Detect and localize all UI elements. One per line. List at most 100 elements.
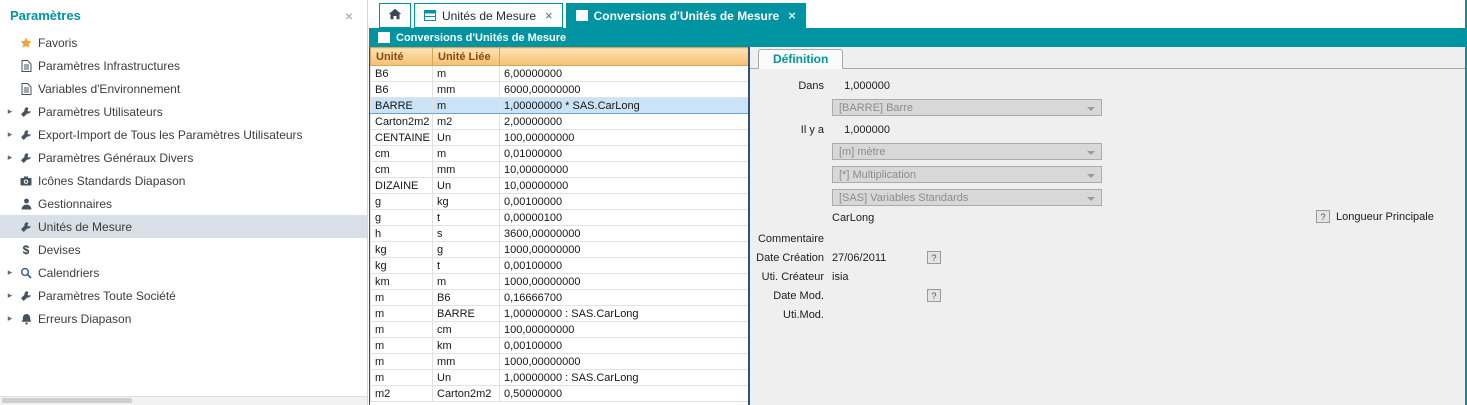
table-row[interactable]: gkg0,00100000 (371, 194, 749, 210)
sidebar-item-label: Favoris (38, 36, 77, 50)
table-row[interactable]: hs3600,00000000 (371, 226, 749, 242)
table-row[interactable]: gt0,00000100 (371, 210, 749, 226)
table-row[interactable]: B6mm6000,00000000 (371, 82, 749, 98)
ilya-unit-row: [m] mètre (756, 143, 1465, 160)
table-row[interactable]: kgg1000,00000000 (371, 242, 749, 258)
sidebar-item[interactable]: Calendriers (0, 261, 367, 284)
ilya-value[interactable]: 1,000000 (832, 124, 890, 136)
sidebar-item[interactable]: Paramètres Généraux Divers (0, 146, 367, 169)
close-icon[interactable] (788, 9, 796, 22)
table-row[interactable]: mB60,16666700 (371, 290, 749, 306)
expand-arrow-icon[interactable] (4, 267, 16, 278)
expand-arrow-icon[interactable] (4, 152, 16, 163)
sidebar-item-label: Gestionnaires (38, 197, 112, 211)
tab[interactable]: Conversions d'Unités de Mesure (566, 3, 806, 28)
close-icon[interactable] (545, 9, 553, 22)
table-row[interactable]: kgt0,00100000 (371, 258, 749, 274)
column-header[interactable]: Unité Liée (433, 48, 500, 66)
scrollbar-thumb[interactable] (2, 398, 132, 403)
variable-source-select[interactable]: [SAS] Variables Standards (832, 189, 1102, 206)
expand-arrow-icon[interactable] (4, 129, 16, 140)
table-cell: t (433, 258, 500, 274)
table-cell: 1,00000000 : SAS.CarLong (500, 306, 749, 322)
column-header[interactable]: Unité (371, 48, 433, 66)
application-window: Paramètres FavorisParamètres Infrastruct… (0, 0, 1467, 405)
table-row[interactable]: mUn1,00000000 : SAS.CarLong (371, 370, 749, 386)
sidebar-item[interactable]: Paramètres Toute Société (0, 284, 367, 307)
conversions-table-panel: UnitéUnité Liée B6m6,00000000B6mm6000,00… (369, 47, 750, 405)
table-row[interactable]: kmm1000,00000000 (371, 274, 749, 290)
expand-arrow-icon[interactable] (4, 106, 16, 117)
magnifier-icon (16, 267, 36, 279)
dans-unit-value: [BARRE] Barre (839, 102, 913, 114)
sidebar-item[interactable]: Paramètres Utilisateurs (0, 100, 367, 123)
table-row[interactable]: mkm0,00100000 (371, 338, 749, 354)
operation-row: [*] Multiplication (756, 166, 1465, 183)
table-cell: B6 (371, 82, 433, 98)
close-icon[interactable] (345, 9, 353, 23)
home-tab[interactable] (379, 3, 411, 28)
sidebar-item[interactable]: Export-Import de Tous les Paramètres Uti… (0, 123, 367, 146)
module-icon (576, 10, 588, 21)
sidebar-item[interactable]: Favoris (0, 31, 367, 54)
table-cell: 100,00000000 (500, 322, 749, 338)
wrench-icon (16, 221, 36, 233)
operation-select[interactable]: [*] Multiplication (832, 166, 1102, 183)
variable-source-value: [SAS] Variables Standards (839, 192, 968, 204)
table-row[interactable]: BARREm1,00000000 * SAS.CarLong (371, 98, 749, 114)
sidebar-item[interactable]: $Devises (0, 238, 367, 261)
sidebar-item-label: Erreurs Diapason (38, 312, 131, 326)
variable-source-row: [SAS] Variables Standards (756, 189, 1465, 206)
sidebar-item[interactable]: Icônes Standards Diapason (0, 169, 367, 192)
table-row[interactable]: Carton2m2m22,00000000 (371, 114, 749, 130)
table-row[interactable]: cmm0,01000000 (371, 146, 749, 162)
table-cell: 0,16666700 (500, 290, 749, 306)
tab-definition[interactable]: Définition (758, 49, 843, 69)
table-cell: km (433, 338, 500, 354)
flag-label: Longueur Principale (1336, 211, 1434, 223)
uti-createur-label: Uti. Créateur (756, 271, 832, 283)
table-cell: 6000,00000000 (500, 82, 749, 98)
bell-icon (16, 313, 36, 325)
table-cell: BARRE (433, 306, 500, 322)
sidebar-item[interactable]: Variables d'Environnement (0, 77, 367, 100)
commentaire-row: Commentaire (756, 231, 1465, 246)
ilya-unit-select[interactable]: [m] mètre (832, 143, 1102, 160)
table-cell: Un (433, 370, 500, 386)
table-row[interactable]: mcm100,00000000 (371, 322, 749, 338)
table-cell: 0,00100000 (500, 194, 749, 210)
sidebar-item[interactable]: Paramètres Infrastructures (0, 54, 367, 77)
tabbar: Unités de MesureConversions d'Unités de … (369, 0, 1465, 28)
table-row[interactable]: DIZAINEUn10,00000000 (371, 178, 749, 194)
flag-checkbox[interactable] (1316, 210, 1330, 223)
table-cell: kg (371, 242, 433, 258)
table-row[interactable]: CENTAINEUn100,00000000 (371, 130, 749, 146)
horizontal-scrollbar[interactable] (0, 396, 367, 405)
table-row[interactable]: B6m6,00000000 (371, 66, 749, 82)
expand-arrow-icon[interactable] (4, 313, 16, 324)
table-row[interactable]: mBARRE1,00000000 : SAS.CarLong (371, 306, 749, 322)
document-icon (16, 83, 36, 95)
uti-createur-value: isia (832, 271, 927, 283)
parameters-sidebar: Paramètres FavorisParamètres Infrastruct… (0, 0, 368, 405)
sidebar-item[interactable]: Gestionnaires (0, 192, 367, 215)
date-picker-button[interactable] (927, 251, 941, 264)
ilya-row: Il y a 1,000000 (756, 122, 1465, 137)
table-cell: m (433, 66, 500, 82)
ilya-label: Il y a (756, 124, 832, 136)
table-cell: m2 (433, 114, 500, 130)
dans-unit-select[interactable]: [BARRE] Barre (832, 99, 1102, 116)
table-cell: s (433, 226, 500, 242)
table-row[interactable]: cmmm10,00000000 (371, 162, 749, 178)
dans-label: Dans (756, 80, 832, 92)
dans-value[interactable]: 1,000000 (832, 80, 890, 92)
sidebar-item[interactable]: Unités de Mesure (0, 215, 367, 238)
date-picker-button[interactable] (927, 289, 941, 302)
table-row[interactable]: mmm1000,00000000 (371, 354, 749, 370)
tab[interactable]: Unités de Mesure (414, 3, 563, 28)
table-cell: B6 (433, 290, 500, 306)
table-row[interactable]: m2Carton2m20,50000000 (371, 386, 749, 402)
sidebar-item[interactable]: Erreurs Diapason (0, 307, 367, 330)
column-header[interactable] (500, 48, 749, 66)
expand-arrow-icon[interactable] (4, 290, 16, 301)
